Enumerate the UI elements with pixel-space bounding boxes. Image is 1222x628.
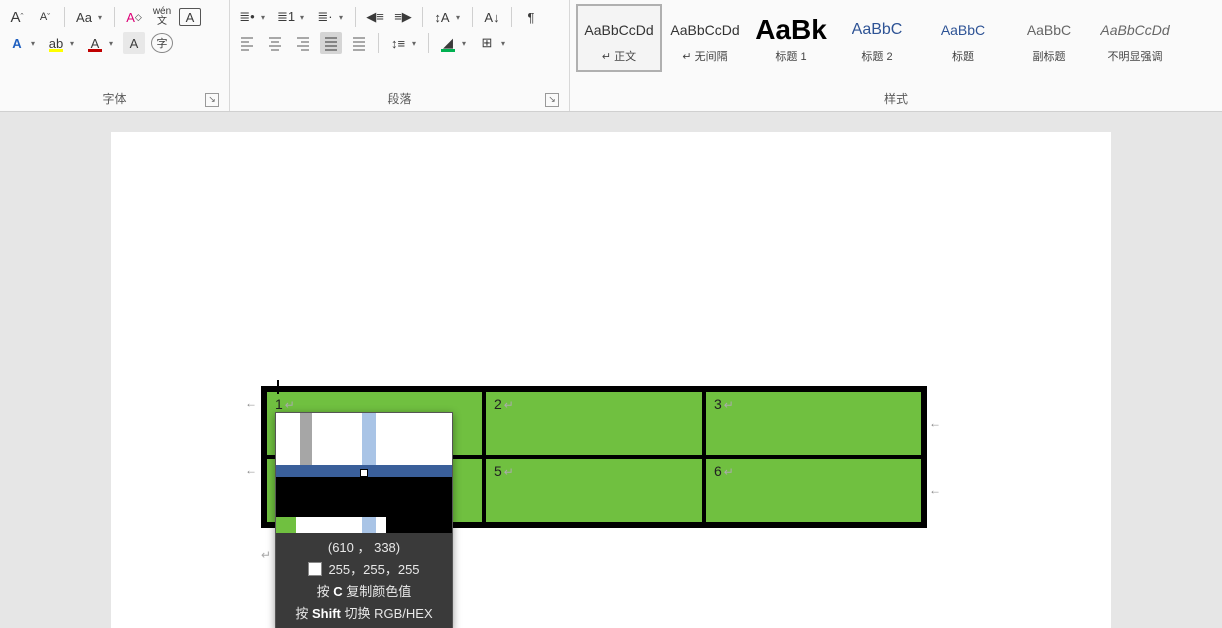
phonetic-guide-button[interactable]: wén文: [151, 6, 173, 28]
increase-indent-button[interactable]: ≡▶: [392, 6, 414, 28]
paragraph-dialog-launcher[interactable]: ↘: [545, 93, 559, 107]
font-group-label: 字体 ↘: [6, 87, 223, 111]
color-picker-tooltip: (610 ， 338) 255，255，255 按 C 复制颜色值 按 Shif…: [275, 412, 453, 628]
styles-group: AaBbCcDd ↵ 正文 AaBbCcDd ↵ 无间隔 AaBk 标题 1 A…: [570, 0, 1222, 111]
align-left-button[interactable]: [236, 32, 258, 54]
paragraph-group-label: 段落 ↘: [236, 87, 563, 111]
picker-rgb: 255，255，255: [282, 559, 446, 581]
sample-point-icon: [360, 469, 368, 477]
grow-font-button[interactable]: Aˆ: [6, 6, 28, 28]
styles-gallery[interactable]: AaBbCcDd ↵ 正文 AaBbCcDd ↵ 无间隔 AaBk 标题 1 A…: [576, 2, 1216, 74]
style-subtle-emph[interactable]: AaBbCcDd 不明显强调: [1092, 4, 1178, 72]
workspace[interactable]: 1↵← 2↵ 3↵← 4↵← 5↵ 6↵← ↵ (61: [0, 112, 1222, 628]
table-cell[interactable]: 6↵←: [704, 457, 924, 525]
clear-format-button[interactable]: A◇: [123, 6, 145, 28]
borders-button[interactable]: ⊞: [476, 32, 498, 54]
align-distribute-button[interactable]: [348, 32, 370, 54]
align-center-button[interactable]: [264, 32, 286, 54]
table-cell[interactable]: 2↵: [484, 389, 704, 457]
text-effects-button[interactable]: A: [6, 32, 28, 54]
style-normal[interactable]: AaBbCcDd ↵ 正文: [576, 4, 662, 72]
show-marks-button[interactable]: ¶: [520, 6, 542, 28]
page[interactable]: 1↵← 2↵ 3↵← 4↵← 5↵ 6↵← ↵ (61: [111, 132, 1111, 628]
numbering-button[interactable]: ≣1: [275, 6, 297, 28]
font-group: Aˆ Aˇ Aa▾ A◇ wén文 A A▾ ab▾ A▾ A 字 字体 ↘: [0, 0, 230, 111]
table-cell[interactable]: 5↵: [484, 457, 704, 525]
crosshair-cursor-icon: [271, 380, 285, 394]
style-title[interactable]: AaBbC 标题: [920, 4, 1006, 72]
font-color-button[interactable]: A: [84, 32, 106, 54]
text-direction-button[interactable]: ↕A: [431, 6, 453, 28]
ribbon: Aˆ Aˇ Aa▾ A◇ wén文 A A▾ ab▾ A▾ A 字 字体 ↘: [0, 0, 1222, 112]
shrink-font-button[interactable]: Aˇ: [34, 6, 56, 28]
align-right-button[interactable]: [292, 32, 314, 54]
highlight-button[interactable]: ab: [45, 32, 67, 54]
picker-coords: (610 ， 338): [282, 537, 446, 559]
shading-button[interactable]: ◢: [437, 32, 459, 54]
sort-button[interactable]: A↓: [481, 6, 503, 28]
line-spacing-button[interactable]: ↕≡: [387, 32, 409, 54]
picker-hint-toggle: 按 Shift 切换 RGB/HEX: [282, 603, 446, 625]
paragraph-mark-icon: ↵: [285, 398, 295, 412]
paragraph-mark-icon: ↵: [261, 548, 271, 562]
char-shading-button[interactable]: A: [123, 32, 145, 54]
styles-group-label: 样式: [576, 87, 1216, 111]
change-case-button[interactable]: Aa: [73, 6, 95, 28]
paragraph-group: ≣•▾ ≣1▾ ≣·▾ ◀≡ ≡▶ ↕A▾ A↓ ¶ ↕≡▾: [230, 0, 570, 111]
font-dialog-launcher[interactable]: ↘: [205, 93, 219, 107]
char-border-button[interactable]: A: [179, 8, 201, 26]
style-no-spacing[interactable]: AaBbCcDd ↵ 无间隔: [662, 4, 748, 72]
picker-info: (610 ， 338) 255，255，255 按 C 复制颜色值 按 Shif…: [276, 533, 452, 628]
picker-hint-copy: 按 C 复制颜色值: [282, 581, 446, 603]
style-heading2[interactable]: AaBbC 标题 2: [834, 4, 920, 72]
bullets-button[interactable]: ≣•: [236, 6, 258, 28]
style-heading1[interactable]: AaBk 标题 1: [748, 4, 834, 72]
table-cell[interactable]: 3↵←: [704, 389, 924, 457]
multilevel-button[interactable]: ≣·: [314, 6, 336, 28]
style-subtitle[interactable]: AaBbC 副标题: [1006, 4, 1092, 72]
decrease-indent-button[interactable]: ◀≡: [364, 6, 386, 28]
enclose-char-button[interactable]: 字: [151, 33, 173, 53]
align-justify-button[interactable]: [320, 32, 342, 54]
magnifier-preview: [276, 413, 452, 533]
color-swatch-icon: [308, 562, 322, 576]
